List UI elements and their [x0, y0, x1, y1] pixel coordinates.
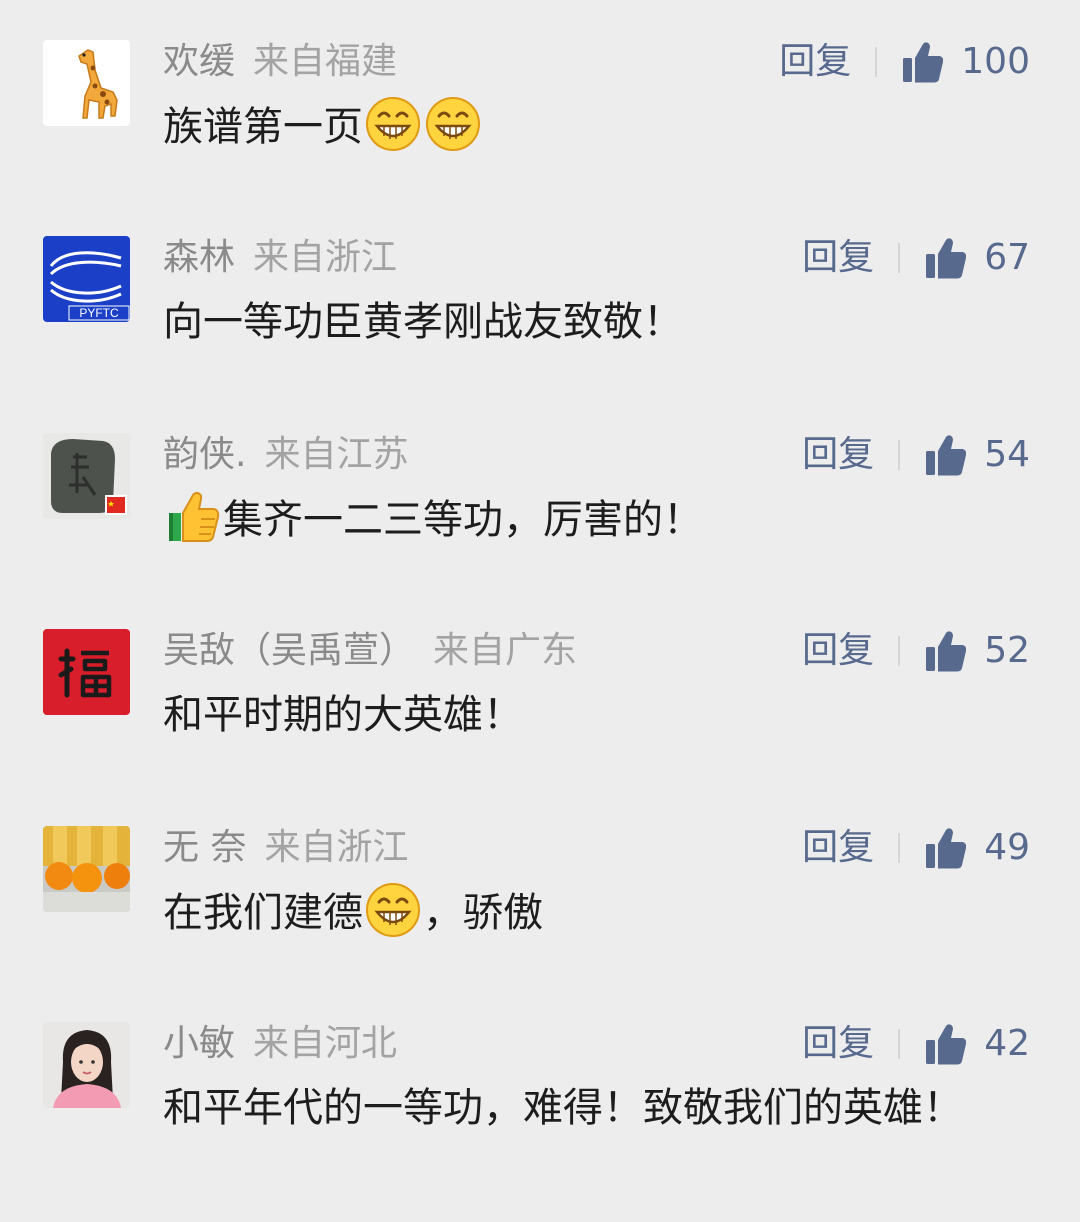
grin-emoji: [365, 882, 421, 938]
comment-text: 在我们建德 ，骄傲: [163, 882, 983, 943]
reply-button[interactable]: 回复: [802, 826, 874, 870]
like-count: 67: [984, 237, 1030, 278]
stone-seal-avatar: [43, 433, 130, 519]
reply-button[interactable]: 回复: [802, 629, 874, 673]
divider: [898, 636, 901, 666]
comment-text-segment: 在我们建德: [163, 890, 363, 936]
like-count: 100: [961, 41, 1030, 82]
pyftc-logo-avatar: PYFTC: [43, 236, 130, 322]
girl-photo-avatar: [43, 1022, 130, 1108]
thumbs-up-icon[interactable]: [926, 237, 967, 279]
commenter-location: 来自福建: [253, 41, 398, 82]
avatar[interactable]: [43, 40, 130, 126]
comment-text: 和平年代的一等功，难得！致敬我们的英雄！: [163, 1085, 963, 1131]
comment-header: 无 奈来自浙江: [163, 826, 408, 870]
avatar[interactable]: PYFTC: [43, 236, 130, 322]
grin-emoji: [425, 96, 481, 152]
comment-header: 韵侠. 来自江苏: [163, 433, 408, 477]
commenter-location: 来自浙江: [253, 237, 398, 278]
comment-actions: 回复 42: [802, 1022, 1030, 1066]
comment-header: 森林 来自浙江: [163, 236, 397, 280]
giraffe-avatar: [43, 40, 130, 126]
reply-button[interactable]: 回复: [779, 40, 851, 84]
thumbs-up-icon[interactable]: [926, 827, 967, 869]
comment-text: 和平时期的大英雄！: [163, 692, 523, 738]
comment-actions: 回复 49: [802, 826, 1030, 870]
avatar[interactable]: [43, 629, 130, 715]
oranges-avatar: [43, 826, 130, 912]
avatar[interactable]: [43, 826, 130, 912]
like-count: 49: [984, 827, 1030, 868]
commenter-location: 来自浙江: [264, 827, 409, 868]
grin-emoji: [365, 96, 421, 152]
thumbs-up-icon[interactable]: [926, 630, 967, 672]
comment-text: 向一等功臣黄孝刚战友致敬！: [163, 299, 683, 345]
commenter-name[interactable]: 吴敌（吴禹萱）: [163, 630, 415, 671]
commenter-location: 来自江苏: [264, 434, 409, 475]
comment-header: 吴敌（吴禹萱） 来自广东: [163, 629, 577, 673]
avatar[interactable]: [43, 1022, 130, 1108]
divider: [875, 47, 878, 77]
thumbs-up-emoji: [165, 489, 221, 545]
commenter-name[interactable]: 小敏: [163, 1023, 235, 1064]
commenter-name[interactable]: 韵侠.: [163, 434, 246, 475]
commenter-location: 来自广东: [433, 630, 578, 671]
divider: [898, 440, 901, 470]
comment-text: 族谱第一页: [163, 96, 983, 157]
avatar[interactable]: [43, 433, 130, 519]
divider: [898, 833, 901, 863]
like-count: 42: [984, 1023, 1030, 1064]
commenter-location: 来自河北: [253, 1023, 398, 1064]
commenter-name[interactable]: 森林: [163, 237, 235, 278]
thumbs-up-icon[interactable]: [903, 41, 944, 83]
comment-text-segment: 集齐一二三等功，厉害的！: [223, 497, 703, 543]
comment-text-segment: 族谱第一页: [163, 104, 363, 150]
reply-button[interactable]: 回复: [802, 433, 874, 477]
comment-header: 小敏 来自河北: [163, 1022, 397, 1066]
thumbs-up-icon[interactable]: [926, 1023, 967, 1065]
comment-actions: 回复 54: [802, 433, 1030, 477]
comment-actions: 回复 100: [779, 40, 1030, 84]
comment-header: 欢缓 来自福建: [163, 40, 397, 84]
comment-actions: 回复 67: [802, 236, 1030, 280]
comment-text-segment: ，骄傲: [423, 890, 543, 936]
reply-button[interactable]: 回复: [802, 236, 874, 280]
comment-text: 集齐一二三等功，厉害的！: [163, 489, 983, 550]
fu-character-avatar: [43, 629, 130, 715]
commenter-name[interactable]: 无 奈: [163, 827, 246, 868]
comment-actions: 回复 52: [802, 629, 1030, 673]
thumbs-up-icon[interactable]: [926, 434, 967, 476]
like-count: 52: [984, 630, 1030, 671]
svg-text:PYFTC: PYFTC: [79, 306, 119, 320]
reply-button[interactable]: 回复: [802, 1022, 874, 1066]
divider: [898, 1029, 901, 1059]
commenter-name[interactable]: 欢缓: [163, 41, 235, 82]
divider: [898, 243, 901, 273]
like-count: 54: [984, 434, 1030, 475]
